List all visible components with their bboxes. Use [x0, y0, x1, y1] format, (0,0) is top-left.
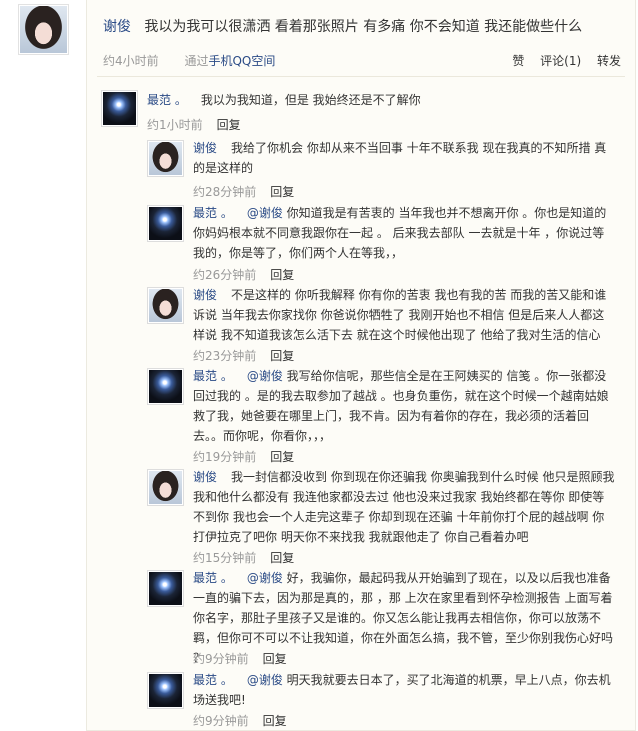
comment-body: 谢俊 我给了你机会 你却从来不当回事 十年不联系我 现在我真的不知所措 真的是这样… — [193, 138, 615, 178]
comment-body: 最范 。 @谢俊 你知道我是有苦衷的 当年我也并不想离开你 。你也是知道的 你妈妈… — [193, 203, 615, 263]
comment-text: 不是这样的 你听我解释 你有你的苦衷 我也有我的苦 而我的苦又能和谁诉说 当年我… — [193, 288, 607, 342]
mention-link[interactable]: @谢俊 — [247, 673, 283, 687]
commenter-avatar[interactable] — [147, 469, 184, 506]
reply-item: 谢俊 不是这样的 你听我解释 你有你的苦衷 我也有我的苦 而我的苦又能和谁诉说 当… — [147, 285, 617, 363]
commenter-avatar[interactable] — [147, 570, 184, 607]
comment-text: 我给了你机会 你却从来不当回事 十年不联系我 现在我真的不知所措 真的是这样的 — [193, 141, 607, 175]
forward-button[interactable]: 转发 — [597, 54, 621, 68]
commenter-avatar[interactable] — [147, 368, 184, 405]
comment-body: 谢俊 我一封信都没收到 你到现在你还骗我 你奥骗我到什么时候 他只是照顾我 我和他… — [193, 467, 615, 547]
post-content: 谢俊 我以为我可以很潇洒 看着那张照片 有多痛 你不会知道 我还能做些什么 — [103, 17, 582, 37]
reply-item: 谢俊 我给了你机会 你却从来不当回事 十年不联系我 现在我真的不知所措 真的是这样… — [147, 138, 617, 200]
feed-post: 谢俊 我以为我可以很潇洒 看着那张照片 有多痛 你不会知道 我还能做些什么 约4… — [86, 0, 636, 731]
avatar-image — [20, 6, 67, 53]
comment-author-link[interactable]: 最范 。 — [193, 206, 233, 220]
comment-body: 最范 。我以为我知道，但是 我始终还是不了解你 — [147, 90, 617, 110]
comment-time-row: 约28分钟前 回复 — [193, 183, 294, 200]
mention-link[interactable]: @谢俊 — [247, 369, 283, 383]
commenter-avatar[interactable] — [101, 90, 138, 127]
comment-time: 约9分钟前 — [193, 714, 249, 728]
comment-time: 约19分钟前 — [193, 450, 257, 464]
commenter-avatar[interactable] — [147, 672, 184, 709]
poster-avatar[interactable] — [18, 4, 69, 55]
comment-time-row: 约9分钟前 回复 — [193, 650, 287, 667]
commenter-avatar[interactable] — [147, 287, 184, 324]
reply-button[interactable]: 回复 — [263, 714, 287, 728]
post-author-link[interactable]: 谢俊 — [103, 19, 131, 35]
comment-time-row: 约19分钟前 回复 — [193, 448, 294, 465]
via-prefix: 通过 — [184, 54, 209, 68]
comment-button[interactable]: 评论(1) — [540, 54, 581, 68]
comment-body: 最范 。 @谢俊 明天我就要去日本了，买了北海道的机票，早上八点，你去机场送我吧! — [193, 670, 615, 710]
comment-author-link[interactable]: 最范 。 — [193, 673, 233, 687]
reply-button[interactable]: 回复 — [263, 652, 287, 666]
comment-body: 谢俊 不是这样的 你听我解释 你有你的苦衷 我也有我的苦 而我的苦又能和谁诉说 当… — [193, 285, 615, 345]
mention-link[interactable]: @谢俊 — [247, 571, 283, 585]
divider — [97, 76, 625, 77]
comment-text: 我以为我知道，但是 我始终还是不了解你 — [200, 93, 421, 107]
comment-time: 约26分钟前 — [193, 268, 257, 282]
post-actions: 赞 评论(1) 转发 — [500, 52, 621, 69]
commenter-avatar[interactable] — [147, 205, 184, 242]
reply-button[interactable]: 回复 — [270, 349, 294, 363]
comment-time-row: 约26分钟前 回复 — [193, 266, 294, 283]
comment-time: 约15分钟前 — [193, 551, 257, 565]
reply-button[interactable]: 回复 — [217, 118, 241, 132]
mention-link[interactable]: @谢俊 — [247, 206, 283, 220]
reply-item: 最范 。 @谢俊 好，我骗你，最起码我从开始骗到了现在，以及以后我也准备一直的骗下… — [147, 568, 617, 666]
comment-text: 我一封信都没收到 你到现在你还骗我 你奥骗我到什么时候 他只是照顾我 我和他什么… — [193, 470, 615, 544]
comment-time: 约28分钟前 — [193, 185, 257, 199]
reply-item: 谢俊 我一封信都没收到 你到现在你还骗我 你奥骗我到什么时候 他只是照顾我 我和他… — [147, 467, 617, 565]
post-time: 约4小时前 — [103, 54, 159, 68]
reply-button[interactable]: 回复 — [270, 268, 294, 282]
reply-button[interactable]: 回复 — [270, 450, 294, 464]
comment-time: 约23分钟前 — [193, 349, 257, 363]
comment-author-link[interactable]: 最范 。 — [193, 369, 233, 383]
comment-author-link[interactable]: 最范 。 — [147, 93, 187, 107]
comment-time-row: 约23分钟前 回复 — [193, 347, 294, 364]
reply-item: 最范 。 @谢俊 明天我就要去日本了，买了北海道的机票，早上八点，你去机场送我吧!… — [147, 670, 617, 728]
comment-item: 最范 。我以为我知道，但是 我始终还是不了解你 约1小时前 回复 — [101, 90, 621, 134]
client-link[interactable]: 手机QQ空间 — [208, 54, 275, 68]
comment-time: 约9分钟前 — [193, 652, 249, 666]
like-button[interactable]: 赞 — [512, 54, 524, 68]
comment-author-link[interactable]: 谢俊 — [193, 470, 217, 484]
comment-time: 约1小时前 — [147, 118, 203, 132]
comment-author-link[interactable]: 谢俊 — [193, 141, 217, 155]
reply-button[interactable]: 回复 — [270, 185, 294, 199]
comment-author-link[interactable]: 最范 。 — [193, 571, 233, 585]
comment-time-row: 约15分钟前 回复 — [193, 549, 294, 566]
post-meta: 约4小时前 通过手机QQ空间 赞 评论(1) 转发 — [103, 52, 623, 68]
reply-item: 最范 。 @谢俊 我写给你信呢，那些信全是在王阿姨买的 信笺 。你一张都没回过我的… — [147, 366, 617, 464]
comment-time-row: 约9分钟前 回复 — [193, 712, 287, 729]
comment-time-row: 约1小时前 回复 — [147, 116, 241, 133]
commenter-avatar[interactable] — [147, 140, 184, 177]
post-text: 我以为我可以很潇洒 看着那张照片 有多痛 你不会知道 我还能做些什么 — [144, 19, 583, 35]
reply-item: 最范 。 @谢俊 你知道我是有苦衷的 当年我也并不想离开你 。你也是知道的 你妈妈… — [147, 203, 617, 283]
comment-body: 最范 。 @谢俊 我写给你信呢，那些信全是在王阿姨买的 信笺 。你一张都没回过我的… — [193, 366, 615, 446]
reply-button[interactable]: 回复 — [270, 551, 294, 565]
comment-author-link[interactable]: 谢俊 — [193, 288, 217, 302]
